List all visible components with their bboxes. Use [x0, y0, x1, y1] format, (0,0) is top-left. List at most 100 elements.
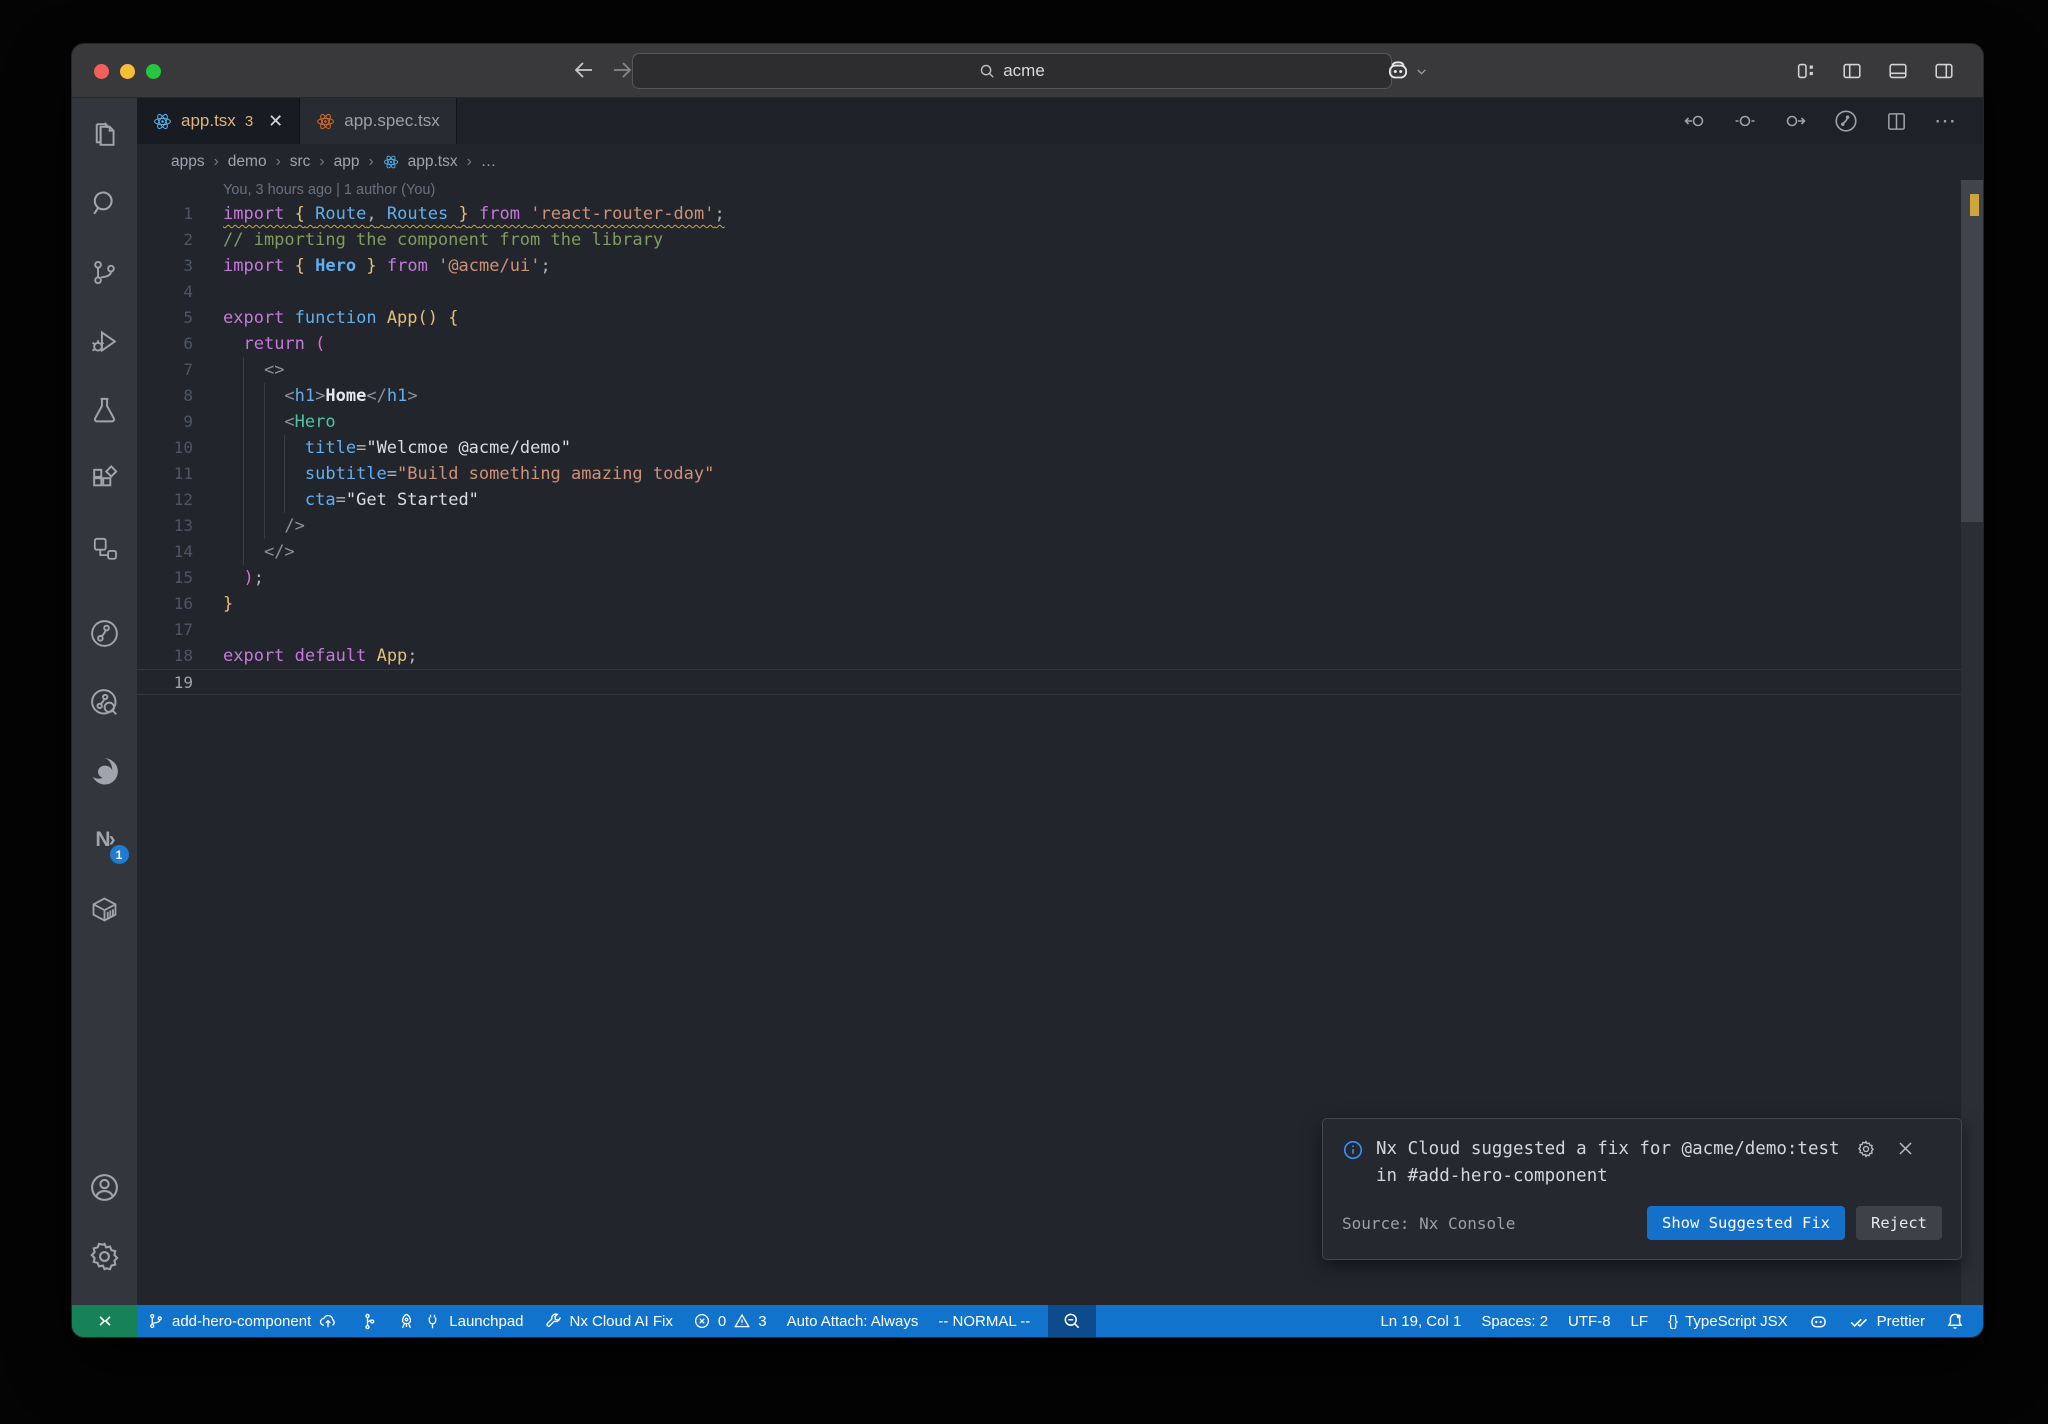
more-actions-icon[interactable]: ⋯ [1934, 108, 1957, 134]
toggle-panel-icon[interactable] [1887, 60, 1909, 82]
next-change-icon[interactable] [1783, 109, 1807, 133]
remote-indicator[interactable] [72, 1305, 137, 1337]
breadcrumb-item[interactable]: app [334, 153, 360, 171]
nx-console-icon[interactable]: N› 1 [85, 820, 129, 864]
breadcrumb-item[interactable]: … [481, 153, 497, 171]
copilot-icon [1388, 61, 1408, 79]
line-content: export function App() { [223, 308, 459, 328]
search-icon[interactable] [85, 183, 125, 223]
copilot-menu[interactable] [1385, 58, 1428, 84]
maximize-window-button[interactable] [146, 64, 161, 79]
line-content: </> [263, 542, 295, 562]
scrollbar-thumb[interactable] [1961, 180, 1983, 522]
breadcrumb-separator-icon: › [319, 153, 325, 170]
close-window-button[interactable] [94, 64, 109, 79]
code-line: 9 <Hero [137, 409, 1983, 435]
previous-change-icon[interactable] [1683, 109, 1707, 133]
toggle-secondary-sidebar-icon[interactable] [1933, 60, 1955, 82]
breadcrumb-separator-icon: › [275, 153, 281, 170]
line-number: 1 [183, 204, 193, 223]
hierarchy-icon[interactable] [85, 528, 125, 568]
breadcrumb-item[interactable]: src [290, 153, 311, 171]
account-icon[interactable] [85, 1167, 125, 1207]
line-content: } [223, 594, 234, 614]
current-change-icon[interactable] [1733, 109, 1757, 133]
auto-attach-status[interactable]: Auto Attach: Always [777, 1305, 929, 1337]
explorer-icon[interactable] [85, 114, 125, 154]
code-line: 13 /> [137, 513, 1983, 539]
line-content: import { Route, Routes } from 'react-rou… [223, 204, 725, 224]
indent-guide [284, 435, 285, 513]
notifications-bell[interactable] [1935, 1305, 1975, 1337]
command-center-search[interactable]: acme [632, 53, 1392, 89]
line-content: subtitle="Build something amazing today" [304, 464, 715, 484]
line-number: 18 [173, 646, 193, 665]
vscode-window: acme N› 1 app.tsx 3 ✕ app.spec.tsx ⋯ app… [72, 44, 1983, 1337]
breadcrumb-item[interactable]: app.tsx [408, 153, 458, 171]
eol-status[interactable]: LF [1621, 1305, 1659, 1337]
close-tab-icon[interactable]: ✕ [268, 111, 283, 132]
info-icon [1343, 1140, 1363, 1160]
line-number: 6 [183, 334, 193, 353]
code-editor[interactable]: You, 3 hours ago | 1 author (You) 1 impor… [137, 180, 1983, 1305]
problems-status[interactable]: 0 3 [683, 1305, 777, 1337]
encoding-status[interactable]: UTF-8 [1558, 1305, 1621, 1337]
code-line: 2 // importing the component from the lib… [137, 227, 1983, 253]
code-line: 7 <> [137, 357, 1983, 383]
forward-arrow-icon[interactable] [610, 58, 634, 82]
line-number: 16 [173, 594, 193, 613]
reject-button[interactable]: Reject [1856, 1206, 1942, 1240]
testing-icon[interactable] [85, 390, 125, 430]
line-content: // importing the component from the libr… [223, 230, 664, 250]
breadcrumb-item[interactable]: apps [171, 153, 205, 171]
back-arrow-icon[interactable] [572, 58, 596, 82]
chevron-down-icon [1417, 68, 1426, 75]
formatter-status[interactable]: Prettier [1839, 1305, 1935, 1337]
activity-bar: N› 1 [72, 98, 137, 1305]
bell-icon [1947, 1313, 1963, 1329]
commit-graph-icon[interactable] [1833, 108, 1859, 134]
tab-app-tsx[interactable]: app.tsx 3 ✕ [137, 98, 301, 144]
line-content: <h1>Home</h1> [284, 386, 418, 406]
code-line: 1 import { Route, Routes } from 'react-ro… [137, 201, 1983, 227]
launchpad-status[interactable]: Launchpad [387, 1305, 533, 1337]
line-content: return ( [243, 334, 326, 354]
breadcrumb-item[interactable]: demo [228, 153, 267, 171]
nx-badge: 1 [109, 845, 129, 864]
minimize-window-button[interactable] [120, 64, 135, 79]
package-icon[interactable] [85, 889, 125, 929]
edge-devtools-icon[interactable] [85, 751, 125, 791]
notification-settings-gear-icon[interactable] [1856, 1139, 1876, 1159]
tab-bar: app.tsx 3 ✕ app.spec.tsx ⋯ [137, 98, 1983, 144]
cursor-position-status[interactable]: Ln 19, Col 1 [1370, 1305, 1471, 1337]
show-suggested-fix-button[interactable]: Show Suggested Fix [1647, 1206, 1845, 1240]
extensions-icon[interactable] [85, 459, 125, 499]
gitlens-icon[interactable] [85, 613, 125, 653]
code-line: 17 [137, 617, 1983, 643]
tab-app-spec-tsx[interactable]: app.spec.tsx [300, 98, 457, 144]
indentation-status[interactable]: Spaces: 2 [1471, 1305, 1558, 1337]
zoom-out-status[interactable] [1048, 1305, 1097, 1337]
settings-gear-icon[interactable] [85, 1236, 125, 1276]
rocket-icon [402, 1313, 412, 1328]
nx-cloud-ai-fix-status[interactable]: Nx Cloud AI Fix [534, 1305, 683, 1337]
code-line: 15 ); [137, 565, 1983, 591]
codelens-blame[interactable]: You, 3 hours ago | 1 author (You) [137, 180, 1983, 201]
code-line: 4 [137, 279, 1983, 305]
scrollbar-track[interactable] [1961, 180, 1983, 1305]
notification-close-icon[interactable] [1896, 1139, 1915, 1159]
customize-layout-icon[interactable] [1795, 60, 1817, 82]
indent-guide [264, 383, 265, 539]
gitlens-inspect-icon[interactable] [85, 682, 125, 722]
toggle-primary-sidebar-icon[interactable] [1841, 60, 1863, 82]
split-editor-icon[interactable] [1885, 110, 1908, 133]
language-mode-status[interactable]: {} TypeScript JSX [1658, 1305, 1798, 1337]
line-content: ); [243, 568, 264, 588]
run-debug-icon[interactable] [85, 321, 125, 361]
vim-mode-status[interactable]: -- NORMAL -- [928, 1305, 1040, 1337]
copilot-status[interactable] [1798, 1305, 1839, 1337]
source-control-icon[interactable] [85, 252, 125, 292]
git-branch-status[interactable]: add-hero-component [137, 1305, 348, 1337]
code-line: 19 [137, 669, 1983, 695]
git-graph-status-icon[interactable] [348, 1305, 387, 1337]
